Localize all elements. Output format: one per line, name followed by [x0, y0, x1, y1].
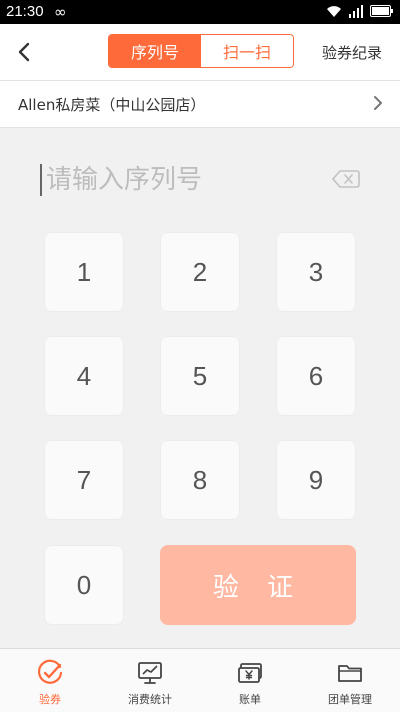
- nav-group-orders[interactable]: 团单管理: [300, 649, 400, 712]
- key-8[interactable]: 8: [160, 440, 240, 520]
- tab-serial[interactable]: 序列号: [109, 35, 201, 67]
- status-icons: [326, 4, 394, 18]
- infinity-icon: ∞: [54, 3, 67, 21]
- nav-label: 账单: [239, 693, 261, 706]
- bill-yen-icon: [238, 663, 262, 683]
- backspace-icon[interactable]: [332, 169, 360, 189]
- status-bar: 21:30 ∞: [0, 0, 400, 24]
- nav-label: 团单管理: [328, 693, 372, 706]
- key-6[interactable]: 6: [276, 336, 356, 416]
- key-5[interactable]: 5: [160, 336, 240, 416]
- key-2[interactable]: 2: [160, 232, 240, 312]
- folder-icon: [338, 665, 362, 682]
- nav-bill[interactable]: 账单: [200, 649, 300, 712]
- monitor-chart-icon: [138, 662, 162, 684]
- top-bar: 序列号 扫一扫 验券纪录: [0, 24, 400, 81]
- nav-label: 验券: [39, 693, 61, 706]
- bottom-nav: 验券 消费统计 账单 团单管理: [0, 648, 400, 712]
- store-selector[interactable]: Allen私房菜（中山公园店）: [0, 81, 400, 128]
- key-7[interactable]: 7: [44, 440, 124, 520]
- battery-icon: [370, 5, 393, 17]
- signal-icon: [349, 5, 363, 18]
- key-1[interactable]: 1: [44, 232, 124, 312]
- mode-segment: 序列号 扫一扫: [108, 34, 294, 68]
- records-link[interactable]: 验券纪录: [322, 42, 382, 63]
- key-4[interactable]: 4: [44, 336, 124, 416]
- wifi-icon: [327, 6, 341, 17]
- chevron-right-icon: [374, 96, 382, 110]
- text-cursor: [40, 164, 42, 196]
- nav-verify[interactable]: 验券: [0, 649, 100, 712]
- back-arrow-icon[interactable]: [12, 38, 38, 66]
- nav-label: 消费统计: [128, 693, 172, 706]
- verify-button[interactable]: 验 证: [160, 545, 356, 625]
- nav-stats[interactable]: 消费统计: [100, 649, 200, 712]
- serial-input-row: [40, 160, 380, 200]
- key-0[interactable]: 0: [44, 545, 124, 625]
- key-3[interactable]: 3: [276, 232, 356, 312]
- check-circle-icon: [37, 659, 63, 684]
- status-time: 21:30: [6, 3, 44, 20]
- key-9[interactable]: 9: [276, 440, 356, 520]
- tab-scan[interactable]: 扫一扫: [201, 35, 293, 67]
- serial-number-input[interactable]: [46, 160, 316, 200]
- store-name: Allen私房菜（中山公园店）: [18, 96, 206, 114]
